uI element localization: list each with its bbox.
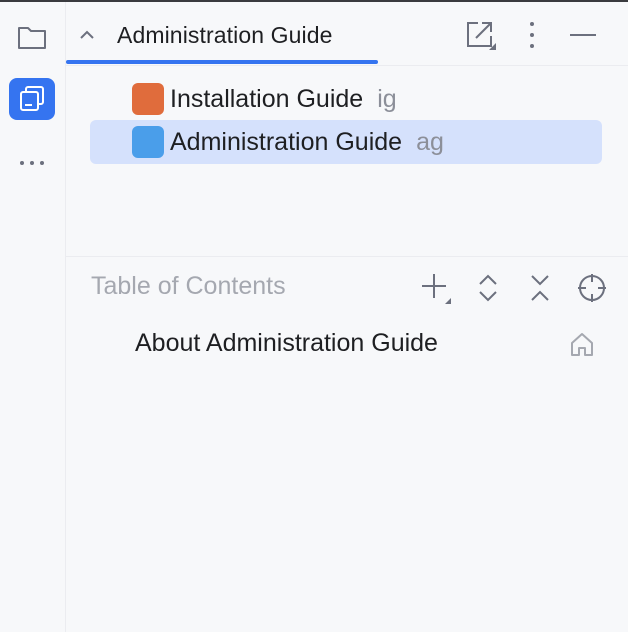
instances-tree: Installation Guide ig Administration Guid… <box>66 66 628 257</box>
instance-icon <box>132 126 164 158</box>
writerside-icon <box>20 86 44 111</box>
open-in-window-icon <box>467 22 496 50</box>
more-vertical-icon <box>530 22 534 48</box>
minimize-icon <box>570 34 596 36</box>
add-icon <box>422 274 451 304</box>
tool-window-rail <box>0 2 66 632</box>
toc-header: Table of Contents <box>66 258 628 314</box>
tree-item-abbr: ag <box>416 128 444 156</box>
locate-icon <box>578 274 606 302</box>
locate-button[interactable] <box>574 270 610 306</box>
toc-title: Table of Contents <box>91 272 286 300</box>
tree-item-administration-guide[interactable]: Administration Guide ag <box>90 120 602 164</box>
collapse-all-icon <box>531 275 549 301</box>
writerside-panel: Administration Guide Installation Guide … <box>66 2 628 632</box>
toc-item-about[interactable]: About Administration Guide <box>66 322 628 368</box>
toc-item-label: About Administration Guide <box>135 329 438 357</box>
options-menu-button[interactable] <box>515 18 549 52</box>
open-in-window-button[interactable] <box>464 18 498 52</box>
folder-icon <box>18 27 46 49</box>
add-topic-button[interactable] <box>418 270 454 306</box>
panel-title[interactable]: Administration Guide <box>117 22 333 49</box>
writerside-tool-button[interactable] <box>9 78 55 120</box>
tree-item-abbr: ig <box>377 85 397 113</box>
more-horizontal-icon <box>20 161 44 165</box>
tree-item-installation-guide[interactable]: Installation Guide ig <box>90 77 602 121</box>
project-tool-button[interactable] <box>9 16 55 58</box>
home-icon <box>571 333 593 356</box>
more-tools-button[interactable] <box>9 142 55 184</box>
active-tab-indicator <box>66 60 378 64</box>
minimize-button[interactable] <box>566 18 600 52</box>
tree-item-label: Installation Guide <box>170 85 364 113</box>
start-page-marker[interactable] <box>566 328 598 360</box>
expand-all-button[interactable] <box>470 270 506 306</box>
collapse-all-button[interactable] <box>522 270 558 306</box>
instance-icon <box>132 83 164 115</box>
chevron-up-icon[interactable] <box>78 26 96 44</box>
tree-item-label: Administration Guide <box>170 128 403 156</box>
panel-header: Administration Guide <box>66 2 628 66</box>
expand-all-icon <box>479 274 497 302</box>
